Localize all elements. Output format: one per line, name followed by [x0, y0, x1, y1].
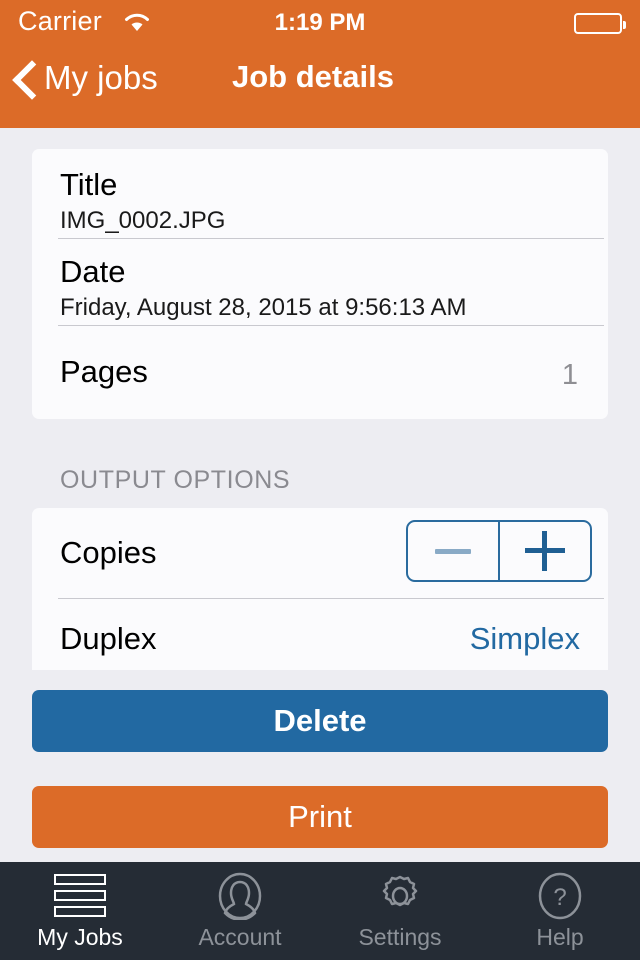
gear-icon [376, 872, 424, 920]
tab-account[interactable]: Account [160, 862, 320, 960]
copies-decrement-button[interactable] [408, 522, 498, 580]
tab-settings[interactable]: Settings [320, 862, 480, 960]
clock-label: 1:19 PM [274, 9, 366, 36]
date-label: Date [60, 254, 126, 289]
copies-stepper [406, 520, 592, 582]
tab-settings-label: Settings [358, 923, 442, 950]
print-button[interactable]: Print [32, 786, 608, 848]
back-button-label: My jobs [44, 59, 158, 96]
delete-button[interactable]: Delete [32, 690, 608, 752]
job-info-card: Title IMG_0002.JPG Date Friday, August 2… [32, 149, 608, 419]
title-value: IMG_0002.JPG [60, 207, 226, 234]
tab-help[interactable]: ? Help [480, 862, 640, 960]
person-icon [216, 872, 264, 920]
chevron-left-icon [14, 58, 36, 98]
row-divider [58, 598, 604, 599]
minus-icon [435, 548, 471, 554]
svg-text:?: ? [553, 884, 566, 911]
status-bar: Carrier 1:19 PM [0, 0, 640, 44]
output-options-header: OUTPUT OPTIONS [60, 466, 291, 494]
copies-increment-button[interactable] [498, 522, 590, 580]
back-button[interactable]: My jobs [14, 58, 158, 98]
output-options-card: Copies 1 Duplex Simplex [32, 508, 608, 670]
page-title: Job details [232, 59, 394, 94]
date-value: Friday, August 28, 2015 at 9:56:13 AM [60, 294, 467, 321]
row-divider [58, 238, 604, 239]
battery-icon [574, 13, 626, 34]
tab-bar: My Jobs Account Settings ? Help [0, 862, 640, 960]
row-divider [58, 325, 604, 326]
plus-icon [525, 531, 565, 571]
navigation-bar: My jobs Job details [0, 44, 640, 128]
title-label: Title [60, 167, 118, 202]
tab-my-jobs-label: My Jobs [37, 923, 123, 950]
copies-label: Copies [60, 535, 157, 570]
question-circle-icon: ? [536, 872, 584, 920]
pages-label: Pages [60, 354, 148, 389]
pages-value: 1 [561, 359, 578, 391]
duplex-label: Duplex [60, 621, 157, 656]
list-lines-icon [54, 872, 106, 920]
duplex-value[interactable]: Simplex [470, 621, 580, 657]
tab-help-label: Help [536, 923, 584, 950]
tab-my-jobs[interactable]: My Jobs [0, 862, 160, 960]
app-screen: Carrier 1:19 PM My jobs Job details Titl… [0, 0, 640, 960]
tab-account-label: Account [198, 923, 282, 950]
